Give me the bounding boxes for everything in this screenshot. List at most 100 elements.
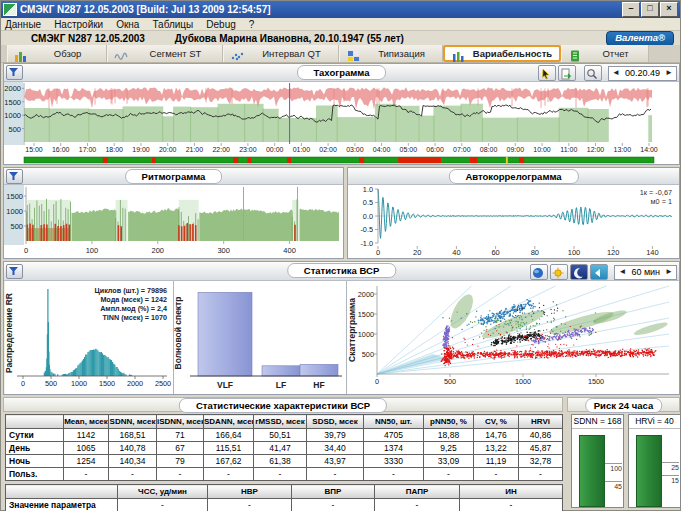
gauge-label: HRVi = 40 xyxy=(629,415,680,429)
brand-button[interactable]: Валента® xyxy=(606,31,674,46)
svg-text:04:00: 04:00 xyxy=(373,146,391,153)
user-period-icon[interactable] xyxy=(590,264,608,280)
overview-icon xyxy=(14,48,29,60)
menu-item-Таблицы[interactable]: Таблицы xyxy=(152,19,193,30)
column-header: HRVi xyxy=(519,415,563,429)
patient-info: Дубкова Марина Ивановна, 20.10.1947 (55 … xyxy=(175,33,404,44)
collapse-icon[interactable] xyxy=(6,65,23,80)
tab-label: Типизация xyxy=(365,48,438,59)
svg-text:500: 500 xyxy=(444,377,456,386)
nav-next-icon[interactable]: ► xyxy=(665,67,673,79)
hrv-header: Статистика ВСР ◄ 60 мин ► xyxy=(4,262,679,281)
svg-text:500: 500 xyxy=(10,222,23,231)
minimize-button[interactable]: – xyxy=(622,2,640,17)
table-cell: - xyxy=(364,468,424,481)
tab-0[interactable]: Обзор xyxy=(7,45,107,62)
svg-text:1000: 1000 xyxy=(4,111,21,120)
nav-prev-icon[interactable]: ◄ xyxy=(618,266,626,278)
menu-item-?[interactable]: ? xyxy=(249,19,255,30)
column-header: ВПР xyxy=(292,485,375,499)
typing-icon xyxy=(346,48,361,60)
table-cell: 67 xyxy=(157,442,204,455)
svg-text:12:00: 12:00 xyxy=(587,146,605,153)
nav-prev-icon[interactable]: ◄ xyxy=(612,67,620,79)
zoom-tool-icon[interactable] xyxy=(584,65,602,81)
tab-2[interactable]: Интервал QT xyxy=(223,45,339,62)
collapse-icon[interactable] xyxy=(6,264,23,279)
info-row: СМЭКГ N287 12.05.2003 Дубкова Марина Ива… xyxy=(1,31,680,45)
autocorrelogram-panel: Автокоррелограмма 1.00.50.0-0.5-1.002040… xyxy=(347,167,680,259)
svg-text:500: 500 xyxy=(45,379,57,388)
params-table-container: ЧСС, уд/минНВРВПРПАПРИНЗначение параметр… xyxy=(5,484,563,511)
tab-1[interactable]: Сегмент ST xyxy=(107,45,223,62)
svg-text:11:00: 11:00 xyxy=(560,146,577,153)
application-window: СМЭКГ N287 12.05.2003 [Build: Jul 13 200… xyxy=(0,0,681,511)
svg-text:23:00: 23:00 xyxy=(239,146,257,153)
cursor-tool-icon[interactable] xyxy=(538,65,556,81)
tachogram-chart[interactable]: 50010001500200015:0016:0017:0018:0019:00… xyxy=(4,82,679,166)
time-navigator: ◄ 00.20.49 ► xyxy=(608,66,677,81)
tab-bar: ОбзорСегмент STИнтервал QT Типизация Вариа… xyxy=(1,45,680,63)
table-cell: - xyxy=(204,468,254,481)
export-report-icon[interactable] xyxy=(558,65,576,81)
tab-5[interactable]: Отчет xyxy=(561,45,649,62)
table-cell: 168,51 xyxy=(109,429,157,442)
table-cell: 34,40 xyxy=(307,442,364,455)
fullday-icon[interactable] xyxy=(530,264,548,280)
svg-text:19:00: 19:00 xyxy=(132,146,150,153)
svg-text:80: 80 xyxy=(531,248,539,257)
app-icon xyxy=(3,3,17,16)
rr-distribution-chart[interactable]: Распределение RR05001000150020002500Цикл… xyxy=(5,281,173,394)
nav-next-icon[interactable]: ► xyxy=(665,266,673,278)
svg-text:02:00: 02:00 xyxy=(319,146,337,153)
table-cell: - xyxy=(208,499,292,511)
hrv-table-container: Mean, мсекSDNN, мсекiSDNN, мсекSDANN, мс… xyxy=(5,414,563,481)
collapse-icon[interactable] xyxy=(6,169,23,184)
svg-text:1500: 1500 xyxy=(99,379,115,388)
table-cell: 1142 xyxy=(64,429,109,442)
tachogram-header: Тахограмма ◄ 00.20.49 ► xyxy=(4,64,679,82)
svg-text:03:00: 03:00 xyxy=(346,146,364,153)
svg-text:06:00: 06:00 xyxy=(426,146,444,153)
table-cell: 40,86 xyxy=(519,429,563,442)
column-header: ИН xyxy=(460,485,563,499)
svg-text:1500: 1500 xyxy=(4,98,21,107)
table-cell: 41,47 xyxy=(254,442,307,455)
table-cell: - xyxy=(292,499,375,511)
close-button[interactable]: × xyxy=(660,2,678,17)
tab-3[interactable]: Типизация xyxy=(339,45,443,62)
rhythmogram-chart[interactable]: 500100015000100200300400 xyxy=(4,185,343,259)
scattergram-chart[interactable]: Скаттерграмма500100015002000050010001500 xyxy=(347,281,679,394)
svg-text:LF: LF xyxy=(276,380,286,390)
maximize-button[interactable]: □ xyxy=(641,2,659,17)
tab-label: Отчет xyxy=(587,48,644,59)
menu-item-Данные[interactable]: Данные xyxy=(5,19,41,30)
wave-spectrum-chart[interactable]: Волновой спектрVLFLFHF xyxy=(174,281,345,394)
svg-text:05:00: 05:00 xyxy=(400,146,418,153)
table-row: День1065140,7867115,5141,4734,4013749,25… xyxy=(6,442,563,455)
menu-item-Окна[interactable]: Окна xyxy=(116,19,139,30)
svg-text:500: 500 xyxy=(362,350,374,359)
table-row: Сутки1142168,5171166,6450,5139,79470518,… xyxy=(6,429,563,442)
svg-text:1000: 1000 xyxy=(6,207,23,216)
night-icon[interactable] xyxy=(570,264,588,280)
menu-item-Debug[interactable]: Debug xyxy=(206,19,235,30)
interval-value: 60 мин xyxy=(631,266,660,278)
svg-text:1к = -0,67: 1к = -0,67 xyxy=(640,188,672,197)
svg-text:1500: 1500 xyxy=(358,310,374,319)
column-header: rMSSD, мсек xyxy=(254,415,307,429)
tab-4[interactable]: Вариабельность xyxy=(443,45,561,62)
risk-header: Риск 24 часа xyxy=(567,397,680,412)
gauge-bar xyxy=(636,435,662,507)
day-icon[interactable] xyxy=(550,264,568,280)
column-header: НВР xyxy=(208,485,292,499)
table-cell: 45,87 xyxy=(519,442,563,455)
table-cell: - xyxy=(519,468,563,481)
table-cell: - xyxy=(474,468,519,481)
autocorrelogram-chart[interactable]: 1.00.50.0-0.5-1.00204060801001201401к = … xyxy=(348,185,679,259)
data-table: ЧСС, уд/минНВРВПРПАПРИНЗначение параметр… xyxy=(5,484,563,511)
panel-title: Ритмограмма xyxy=(125,169,223,184)
autocorrelogram-header: Автокоррелограмма xyxy=(348,168,679,185)
study-id: СМЭКГ N287 12.05.2003 xyxy=(31,33,145,44)
menu-item-Настройки[interactable]: Настройки xyxy=(54,19,103,30)
